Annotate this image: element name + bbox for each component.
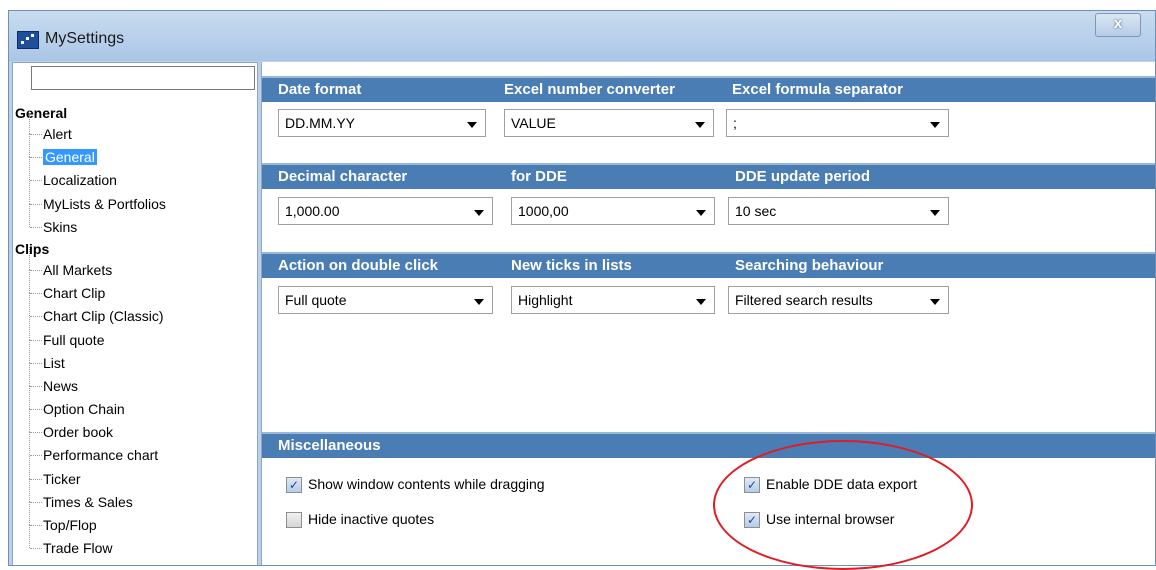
tree-item-label: Skins (43, 218, 78, 235)
tree-item-times-sales[interactable]: Times & Sales (13, 478, 257, 514)
decimal-character-label: Decimal character (278, 168, 408, 185)
tree-item-performance-chart[interactable]: Performance chart (13, 432, 257, 467)
tree-item-label: Chart Clip (Classic) (43, 308, 164, 325)
chevron-down-icon (474, 299, 484, 305)
tree-item-label: Trade Flow (43, 540, 113, 557)
tree-item-chart-clip-classic[interactable]: Chart Clip (Classic) (13, 293, 257, 328)
excel-number-converter-value: VALUE (511, 115, 556, 131)
new-ticks-in-lists-label: New ticks in lists (511, 257, 632, 274)
excel-formula-separator-label: Excel formula separator (732, 81, 903, 98)
chevron-down-icon (474, 210, 484, 216)
tree-item-label: Top/Flop (43, 517, 97, 533)
tree-item-news[interactable]: News (13, 362, 257, 398)
close-button[interactable]: x (1095, 13, 1141, 37)
tree-item-chart-clip[interactable]: Chart Clip (13, 270, 257, 305)
tree-item-option-chain[interactable]: Option Chain (13, 385, 257, 421)
tree-item-label: MyLists & Portfolios (43, 195, 166, 212)
excel-number-converter-select[interactable]: VALUE (504, 109, 714, 137)
tree-item-label: News (43, 377, 79, 394)
section-header-row-3: Action on double click New ticks in list… (262, 252, 1155, 278)
action-on-double-click-label: Action on double click (278, 257, 439, 274)
tree-item-label: Order book (43, 424, 114, 441)
tree-item-label: Alert (43, 126, 72, 142)
for-dde-label: for DDE (511, 168, 567, 185)
tree-item-full-quote[interactable]: Full quote (13, 316, 257, 352)
tree-group-general[interactable]: General (13, 103, 257, 123)
tree-item-label: Option Chain (43, 401, 125, 418)
checkbox-label: Hide inactive quotes (308, 511, 435, 527)
tree-item-label: Full quote (43, 331, 105, 348)
action-on-double-click-select[interactable]: Full quote (278, 286, 493, 314)
annotation-ellipse (713, 440, 973, 570)
section-header-miscellaneous: Miscellaneous (262, 432, 1155, 458)
tree-item-label: All Markets (43, 261, 113, 278)
excel-number-converter-label: Excel number converter (504, 81, 675, 98)
dde-update-period-label: DDE update period (735, 168, 871, 185)
action-on-double-click-value: Full quote (285, 292, 347, 308)
tree-item-label: Localization (43, 172, 117, 189)
excel-formula-separator-select[interactable]: ; (726, 109, 949, 137)
tree-item-top-flop[interactable]: Top/Flop (13, 501, 257, 537)
dde-decimal-value: 1000,00 (518, 203, 569, 219)
window-title: MySettings (45, 30, 125, 47)
section-header-row-1: Date format Excel number converter Excel… (262, 76, 1155, 102)
miscellaneous-label: Miscellaneous (278, 437, 381, 454)
searching-behaviour-label: Searching behaviour (735, 257, 884, 274)
chevron-down-icon (930, 299, 940, 305)
tree-group-clips[interactable]: Clips (13, 239, 257, 259)
chevron-down-icon (695, 122, 705, 128)
tree-item-mylists-portfolios[interactable]: MyLists & Portfolios (13, 180, 257, 216)
settings-window: MySettings x General Alert General Local… (8, 10, 1156, 566)
tree-item-all-markets[interactable]: All Markets (13, 246, 257, 282)
date-format-select[interactable]: DD.MM.YY (278, 109, 486, 137)
chevron-down-icon (696, 299, 706, 305)
tree-item-alert[interactable]: Alert (13, 110, 257, 146)
checkbox[interactable]: ✓ (286, 477, 302, 493)
tree-item-label: Ticker (43, 470, 81, 487)
tree-item-label: List (43, 354, 65, 371)
tree-item-label: Performance chart (43, 447, 159, 464)
date-format-value: DD.MM.YY (285, 115, 355, 131)
settings-content: Date format Excel number converter Excel… (261, 62, 1155, 565)
new-ticks-in-lists-select[interactable]: Highlight (511, 286, 715, 314)
settings-navigation: General Alert General Localization MyLis… (12, 62, 258, 565)
chevron-down-icon (930, 122, 940, 128)
settings-tree: General Alert General Localization MyLis… (13, 103, 257, 560)
tree-item-list[interactable]: List (13, 339, 257, 375)
excel-formula-separator-value: ; (733, 115, 737, 131)
tree-item-ticker[interactable]: Ticker (13, 455, 257, 491)
section-header-row-2: Decimal character for DDE DDE update per… (262, 163, 1155, 189)
tree-item-order-book[interactable]: Order book (13, 409, 257, 444)
decimal-character-select[interactable]: 1,000.00 (278, 197, 493, 225)
tree-item-label: General (43, 149, 97, 166)
dde-update-period-value: 10 sec (735, 203, 777, 219)
new-ticks-in-lists-value: Highlight (518, 292, 573, 308)
tree-item-localization[interactable]: Localization (13, 157, 257, 192)
tree-item-label: Chart Clip (43, 285, 106, 302)
decimal-character-value: 1,000.00 (285, 203, 340, 219)
chevron-down-icon (467, 122, 477, 128)
dde-update-period-select[interactable]: 10 sec (728, 197, 949, 225)
checkbox-label: Show window contents while dragging (308, 476, 545, 492)
dde-decimal-select[interactable]: 1000,00 (511, 197, 715, 225)
chevron-down-icon (930, 210, 940, 216)
tree-item-label: Times & Sales (43, 493, 133, 510)
app-icon (17, 31, 39, 49)
tree-item-skins[interactable]: Skins (13, 203, 257, 239)
date-format-label: Date format (278, 81, 362, 98)
checkbox[interactable] (286, 512, 302, 528)
tree-item-general[interactable]: General (13, 134, 257, 169)
searching-behaviour-value: Filtered search results (735, 292, 873, 308)
title-bar[interactable]: MySettings x (9, 11, 1155, 61)
tree-item-trade-flow[interactable]: Trade Flow (13, 525, 257, 560)
searching-behaviour-select[interactable]: Filtered search results (728, 286, 949, 314)
chevron-down-icon (696, 210, 706, 216)
search-input[interactable] (31, 66, 255, 90)
